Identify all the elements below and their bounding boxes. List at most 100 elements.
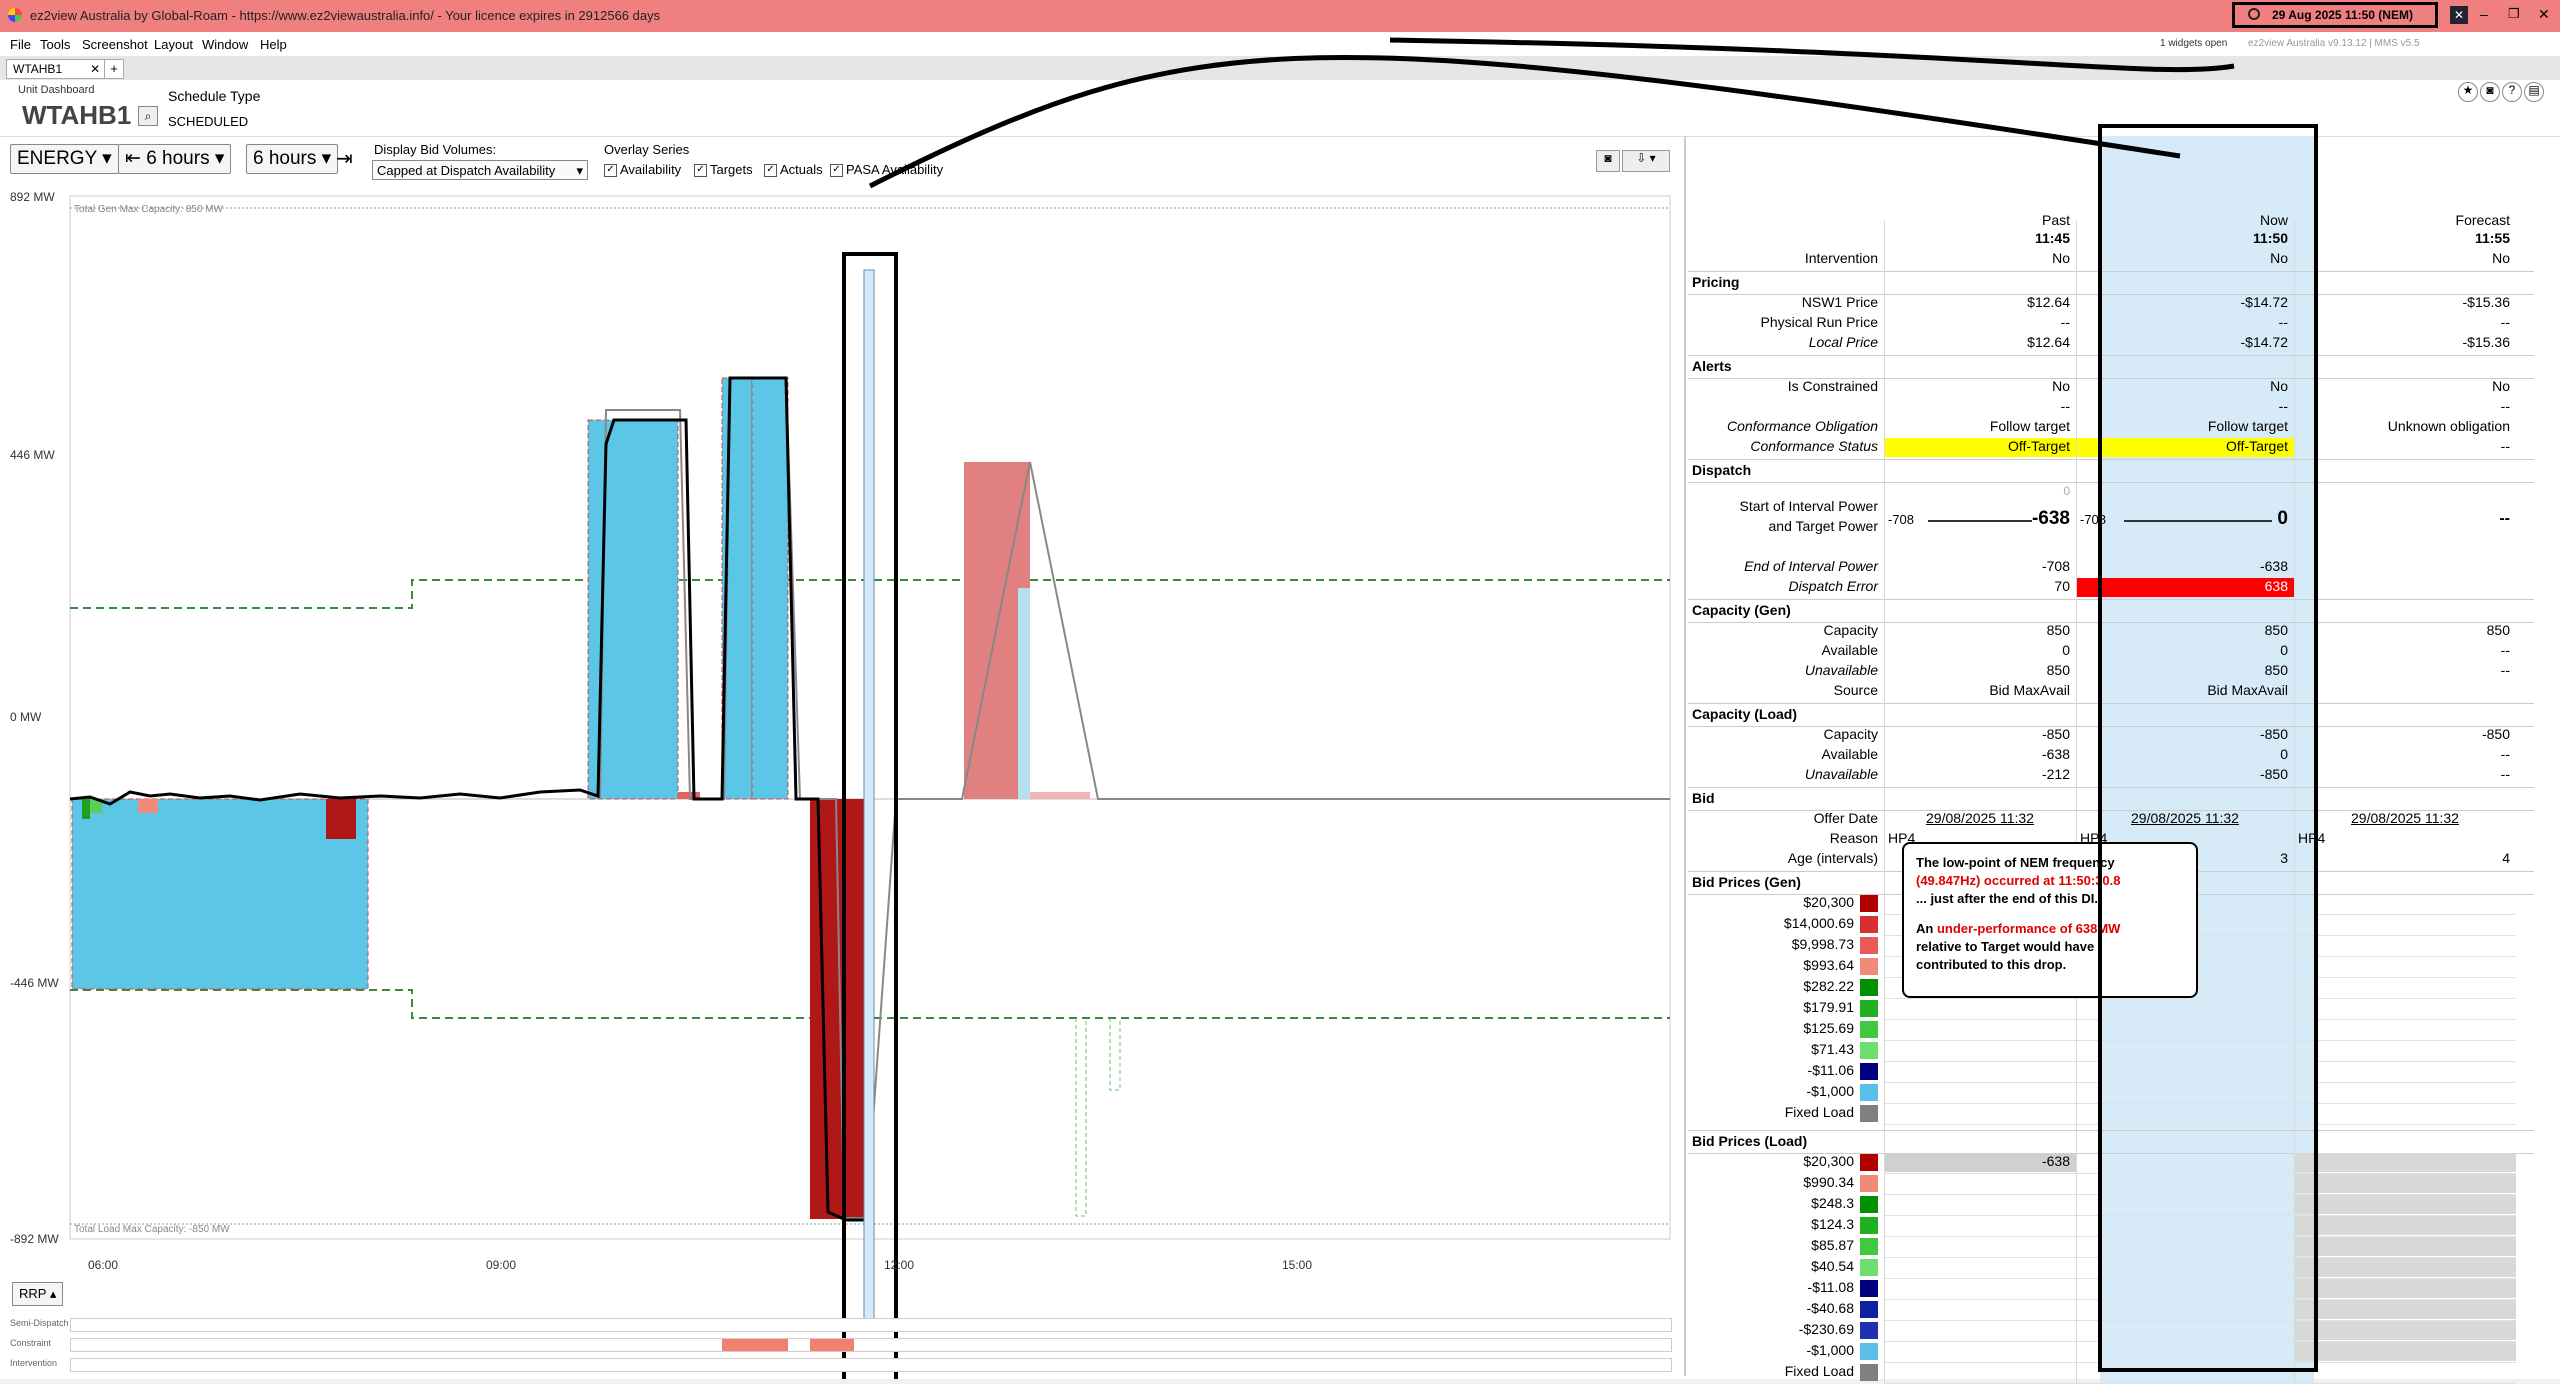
price-band-label: Fixed Load <box>1784 1363 1854 1379</box>
menu-file[interactable]: File <box>10 37 31 52</box>
price-band-label: $20,300 <box>1803 1153 1854 1169</box>
column-divider <box>2076 220 2077 1384</box>
capacity-gen-row-value: 850 <box>2046 622 2070 638</box>
max-load-note: Total Load Max Capacity: -850 MW <box>74 1224 230 1235</box>
alerts-row-value: -- <box>2500 438 2510 454</box>
price-band-label: $125.69 <box>1803 1020 1854 1036</box>
alerts-row-value: -- <box>2060 398 2070 414</box>
overlay-actuals[interactable]: ✓ Actuals <box>764 162 823 178</box>
price-band-label: $14,000.69 <box>1783 915 1854 931</box>
add-tab-button[interactable]: + <box>104 59 124 79</box>
check-icon: ✓ <box>830 164 843 178</box>
capacity-load-row-value: -- <box>2500 766 2510 782</box>
arrow-right-icon[interactable]: ⇥ <box>336 146 353 171</box>
menu-bar: File Tools Screenshot Layout Window Help… <box>0 32 2560 56</box>
schedule-type-value: SCHEDULED <box>168 114 249 129</box>
capacity-load-row-label: Capacity <box>1823 726 1878 742</box>
widget-toolbar: ★ ◙ ? ▤ <box>2458 82 2544 102</box>
soi-label: and Target Power <box>1768 518 1878 534</box>
market-label: ENERGY <box>17 148 97 169</box>
check-icon: ✓ <box>764 164 777 178</box>
pricing-row-value: -- <box>2500 314 2510 330</box>
camera-icon[interactable]: ◙ <box>2480 82 2500 102</box>
snapshot-icon[interactable]: ◙ <box>1596 150 1620 172</box>
range-back-select[interactable]: ⇤ 6 hours ▾ <box>118 144 232 174</box>
bid-volume-cell <box>2294 1174 2516 1193</box>
overlay-targets[interactable]: ✓ Targets <box>694 162 753 178</box>
rrp-button[interactable]: RRP ▴ <box>12 1282 64 1306</box>
now-column-highlight <box>2098 124 2318 1372</box>
bid-volumes-select[interactable]: Capped at Dispatch Availability ▾ <box>372 160 588 180</box>
price-band-label: $20,300 <box>1803 894 1854 910</box>
minimize-button[interactable]: – <box>2480 6 2488 22</box>
alerts-row-value: -- <box>2500 398 2510 414</box>
price-band-label: -$1,000 <box>1806 1083 1854 1099</box>
price-band-swatch <box>1860 1343 1878 1360</box>
bid-volume-cell <box>2294 1153 2516 1172</box>
restore-button[interactable]: ❐ <box>2508 6 2520 22</box>
close-tab-icon[interactable]: ✕ <box>90 62 100 76</box>
menu-tools[interactable]: Tools <box>40 37 70 52</box>
star-icon[interactable]: ★ <box>2458 82 2478 102</box>
price-band-swatch <box>1860 1238 1878 1255</box>
price-band-swatch <box>1860 1196 1878 1213</box>
splitter[interactable] <box>1684 136 1686 1376</box>
price-band-label: $993.64 <box>1803 957 1854 973</box>
dispatch-group: Dispatch <box>1692 462 1752 478</box>
column-time: 11:55 <box>2474 230 2510 246</box>
mute-icon[interactable]: ✕ <box>2450 6 2468 24</box>
clock-icon <box>2248 8 2260 20</box>
annotation-line4b: under-performance of 638MW <box>1936 921 2121 936</box>
alerts-row-label: Is Constrained <box>1787 378 1878 394</box>
bid-volume-cell <box>2294 1321 2516 1340</box>
tab-bar: WTAHB1 ✕ + <box>0 56 2560 81</box>
alerts-row-value: No <box>2492 378 2510 394</box>
reason-label: Reason <box>1829 830 1878 846</box>
range-back-label: 6 hours <box>146 148 210 169</box>
capacity-gen-group: Capacity (Gen) <box>1692 602 1791 618</box>
dispatch-chart <box>69 195 1671 1379</box>
price-band-swatch <box>1860 1301 1878 1318</box>
menu-screenshot[interactable]: Screenshot <box>82 37 148 52</box>
tab-label: WTAHB1 <box>13 62 63 76</box>
pricing-row-label: Local Price <box>1808 334 1878 350</box>
comment-icon[interactable]: ▤ <box>2524 82 2544 102</box>
close-button[interactable]: ✕ <box>2538 6 2550 23</box>
price-band-swatch <box>1860 916 1878 933</box>
price-band-swatch <box>1860 937 1878 954</box>
help-icon[interactable]: ? <box>2502 82 2522 102</box>
unit-dashboard: Unit Dashboard WTAHB1 ⌕ Schedule Type SC… <box>0 37 2560 1384</box>
overlay-pasa[interactable]: ✓ PASA Availability <box>830 162 943 178</box>
end-interval-row-label: End of Interval Power <box>1744 558 1878 574</box>
price-band-swatch <box>1860 979 1878 996</box>
price-band-swatch <box>1860 1021 1878 1038</box>
export-icon[interactable]: ⇩ ▾ <box>1622 150 1670 172</box>
menu-layout[interactable]: Layout <box>154 37 193 52</box>
market-select[interactable]: ENERGY ▾ <box>10 144 119 174</box>
bid-group: Bid <box>1692 790 1715 806</box>
overlay-availability[interactable]: ✓ Availability <box>604 162 681 178</box>
offer-date-link[interactable]: 29/08/2025 11:32 <box>2294 810 2516 826</box>
tab-wtahb1[interactable]: WTAHB1 ✕ <box>6 59 108 79</box>
age-row-value: 4 <box>2502 850 2510 866</box>
price-band-label: $9,998.73 <box>1791 936 1854 952</box>
x-label-1200: 12:00 <box>884 1258 915 1272</box>
menu-help[interactable]: Help <box>260 37 287 52</box>
capacity-gen-row-value: -- <box>2500 642 2510 658</box>
offer-date-link[interactable]: 29/08/2025 11:32 <box>1884 810 2076 826</box>
price-band-swatch <box>1860 1000 1878 1017</box>
clock-label[interactable]: 29 Aug 2025 11:50 (NEM) <box>2272 8 2413 22</box>
price-band-label: $71.43 <box>1811 1041 1854 1057</box>
alerts-row-value: Off-Target <box>2008 438 2070 454</box>
column-divider <box>1884 220 1885 1384</box>
menu-window[interactable]: Window <box>202 37 248 52</box>
price-band-swatch <box>1860 1259 1878 1276</box>
intervention-row-label: Intervention <box>1804 250 1878 266</box>
price-band-swatch <box>1860 1175 1878 1192</box>
search-icon[interactable]: ⌕ <box>138 106 158 126</box>
bid-volume-cell <box>2294 1216 2516 1235</box>
price-band-swatch <box>1860 1322 1878 1339</box>
dispatch-error-row-value: 70 <box>2054 578 2070 594</box>
bid-volume-cell <box>2294 1237 2516 1256</box>
range-fwd-select[interactable]: 6 hours ▾ <box>246 144 339 174</box>
